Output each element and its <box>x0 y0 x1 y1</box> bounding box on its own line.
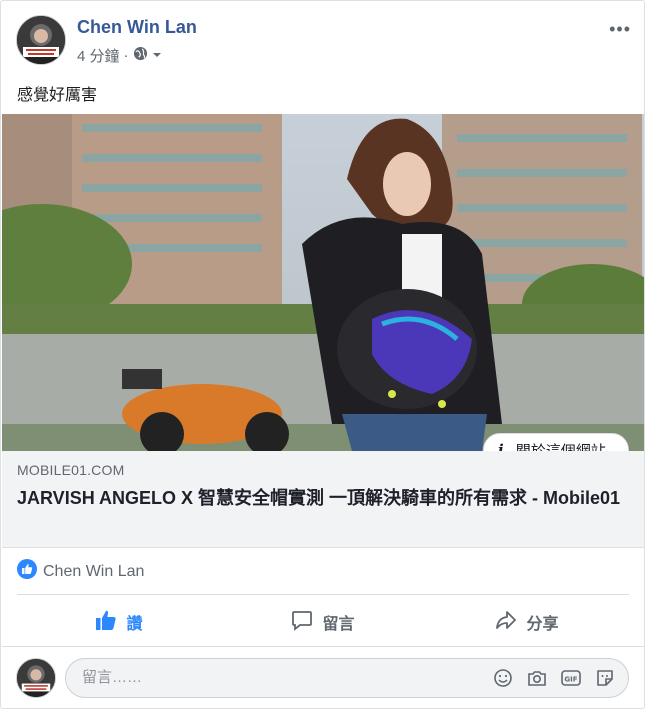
camera-icon[interactable] <box>526 667 548 689</box>
gif-icon[interactable]: GIF <box>560 667 582 689</box>
meta-separator: · <box>123 47 129 64</box>
share-button[interactable]: 分享 <box>425 601 629 643</box>
sticker-icon[interactable] <box>594 667 616 689</box>
svg-text:GIF: GIF <box>564 676 577 684</box>
link-title[interactable]: JARVISH ANGELO X 智慧安全帽實測 一頂解決騎車的所有需求 - M… <box>17 486 632 511</box>
post-actions: 讚 留言 分享 <box>17 601 629 643</box>
like-reaction-icon <box>17 559 37 584</box>
post-text: 感覺好厲害 <box>17 87 98 104</box>
post-header: Chen Win Lan 4 分鐘 · ••• <box>16 15 631 67</box>
comment-input[interactable] <box>80 668 464 687</box>
comment-button[interactable]: 留言 <box>221 601 425 643</box>
actions-divider <box>17 594 629 595</box>
emoji-icon[interactable] <box>492 667 514 689</box>
comment-tools: GIF <box>492 667 616 689</box>
link-domain: MOBILE01.COM <box>17 462 125 478</box>
post-timestamp[interactable]: 4 分鐘 <box>77 45 120 66</box>
comment-input-wrapper: GIF <box>65 658 629 698</box>
comment-label: 留言 <box>322 616 355 633</box>
share-icon <box>495 609 517 636</box>
link-preview-box[interactable]: MOBILE01.COM JARVISH ANGELO X 智慧安全帽實測 一頂… <box>2 451 644 548</box>
link-preview-image[interactable] <box>2 114 644 451</box>
thumbs-up-icon <box>95 609 117 636</box>
current-user-avatar[interactable] <box>16 658 56 698</box>
reactions-summary[interactable]: Chen Win Lan <box>17 559 144 584</box>
reaction-names[interactable]: Chen Win Lan <box>43 563 144 581</box>
like-button[interactable]: 讚 <box>17 601 221 643</box>
post-card: Chen Win Lan 4 分鐘 · ••• 感覺好厲害 i MOBILE01… <box>0 0 645 709</box>
chevron-down-icon[interactable] <box>152 47 162 64</box>
post-meta: 4 分鐘 · <box>77 45 162 66</box>
comment-divider <box>2 646 644 647</box>
comment-composer: GIF <box>16 656 630 700</box>
author-avatar[interactable] <box>16 15 66 65</box>
more-options-button[interactable]: ••• <box>609 19 631 40</box>
comment-icon <box>291 609 313 636</box>
author-name[interactable]: Chen Win Lan <box>77 17 197 38</box>
share-label: 分享 <box>526 616 559 633</box>
like-label: 讚 <box>126 616 143 633</box>
globe-icon[interactable] <box>133 46 148 65</box>
